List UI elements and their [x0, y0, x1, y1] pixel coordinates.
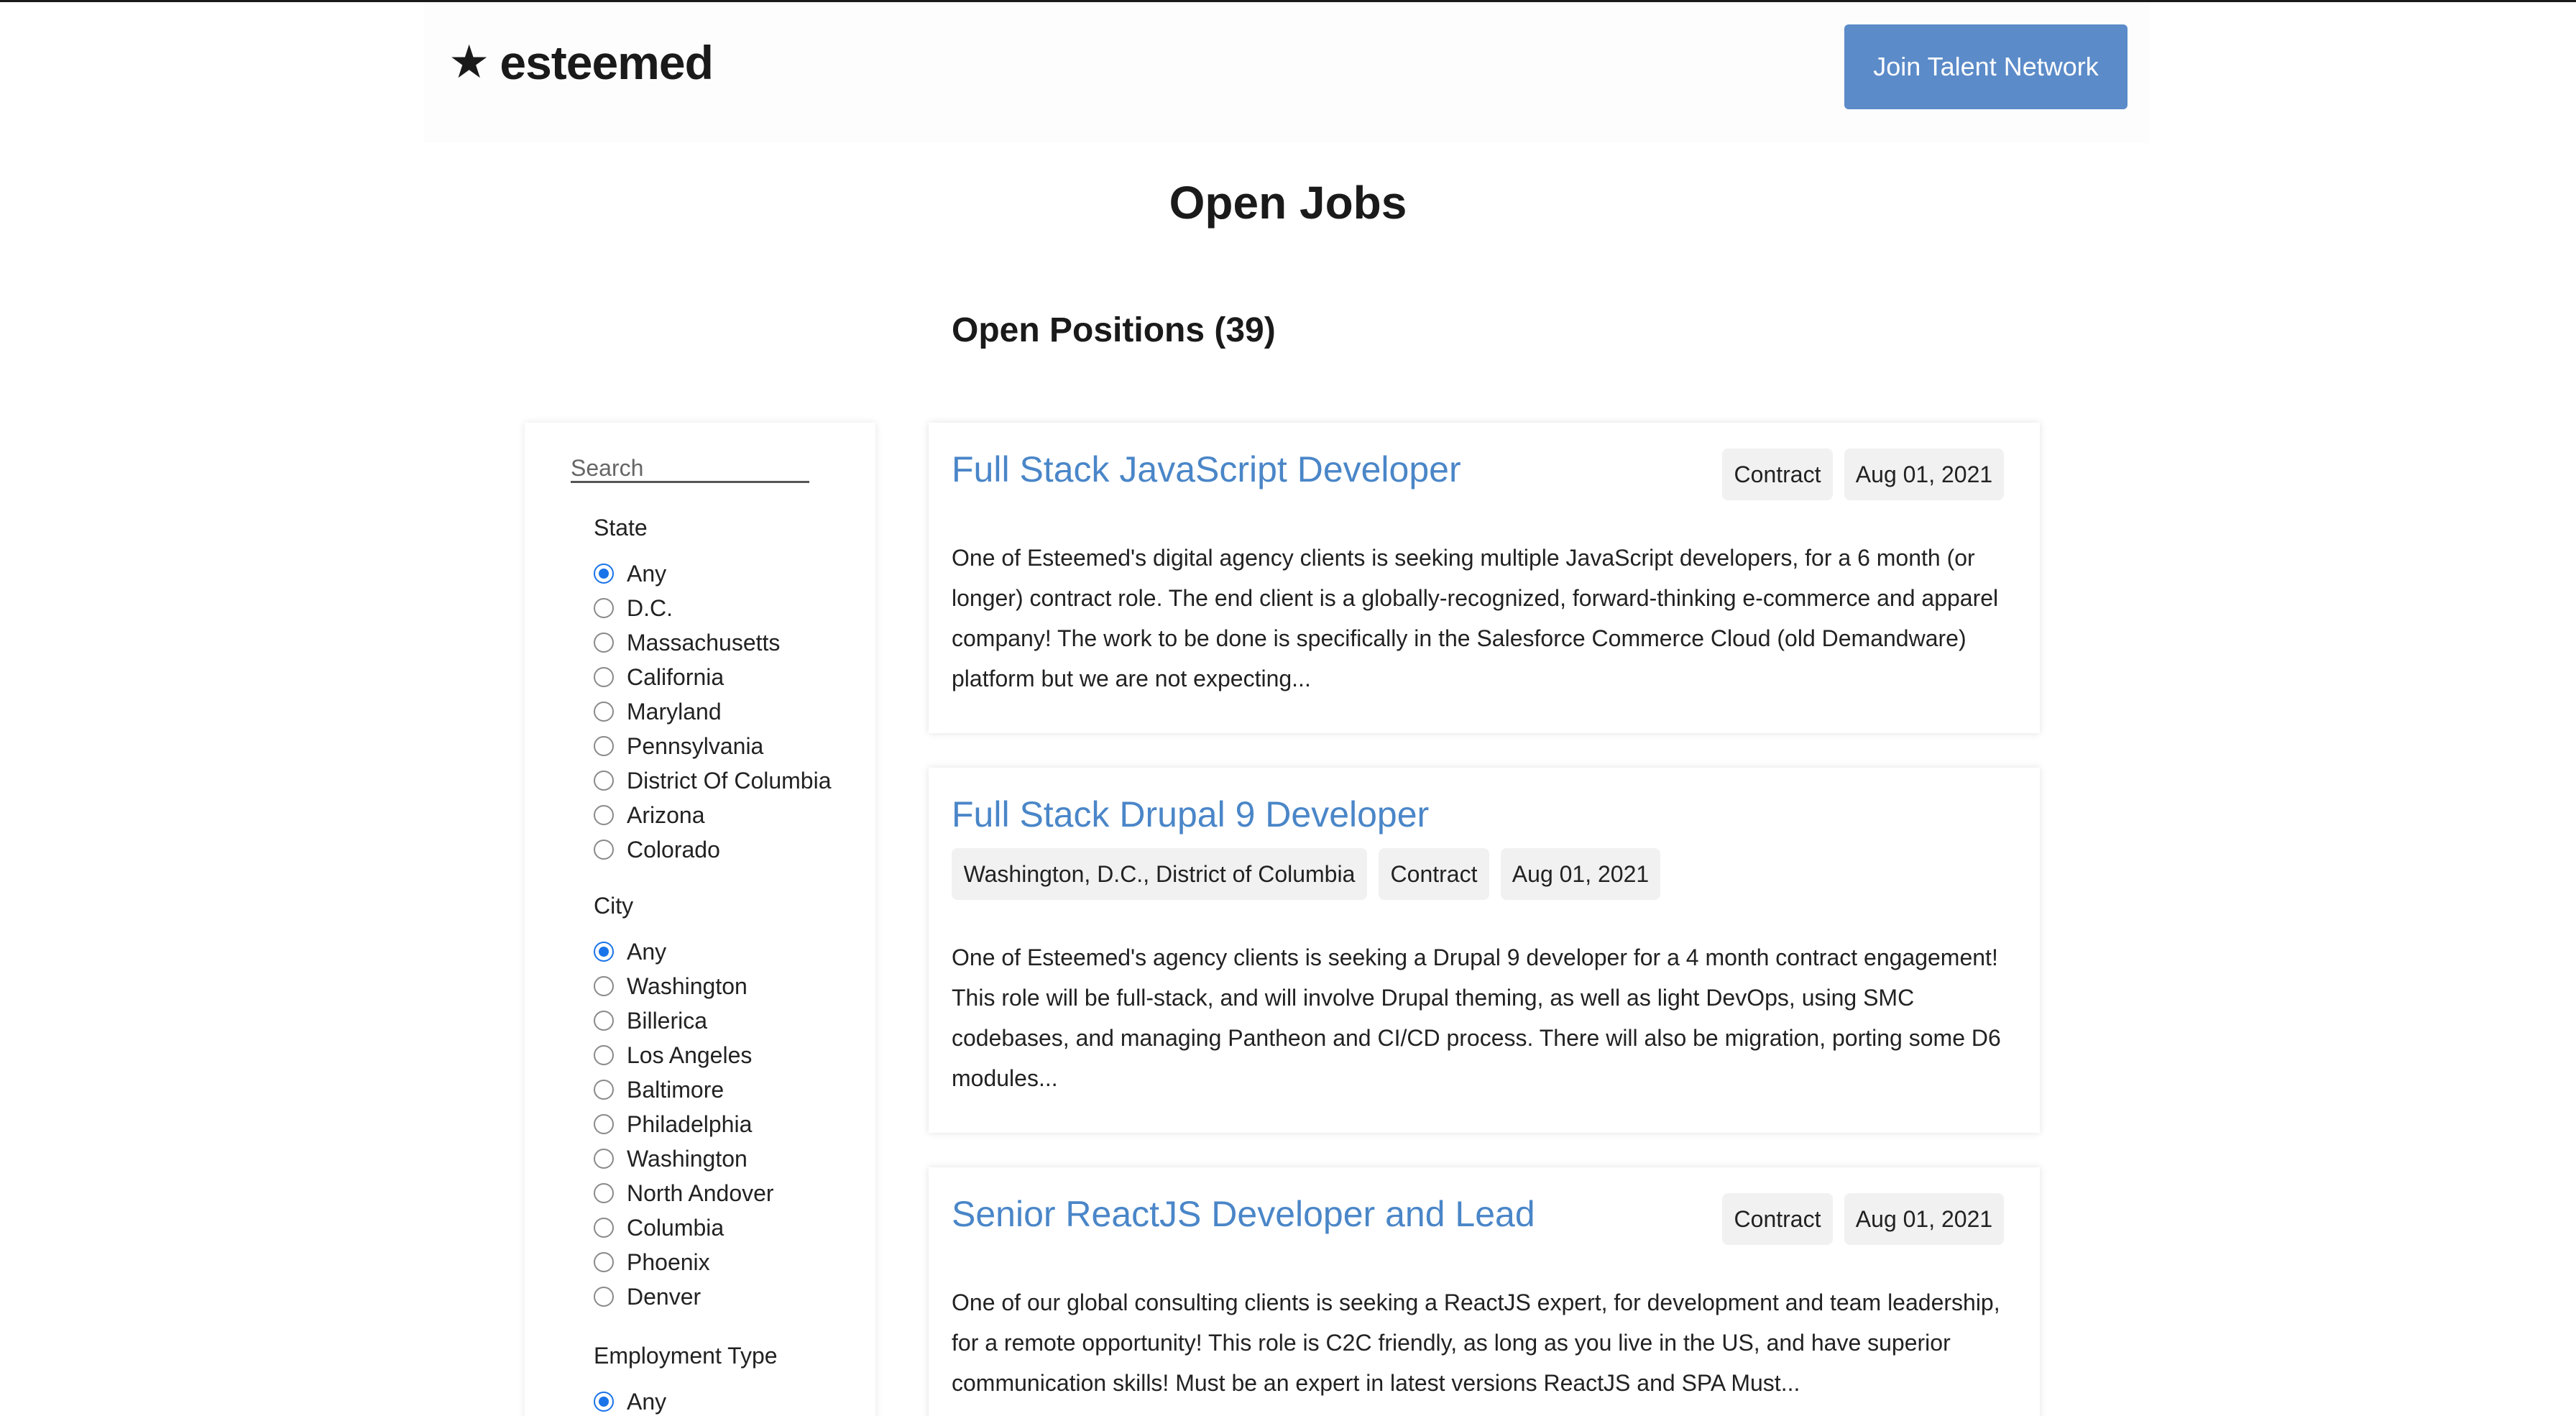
employment-type-badge: Contract [1722, 1193, 1833, 1245]
option-label: North Andover [627, 1180, 774, 1206]
city-option-any[interactable]: Any [594, 934, 666, 969]
city-filter-title: City [594, 893, 634, 919]
open-positions-heading: Open Positions (39) [952, 311, 1276, 349]
option-label: Pennsylvania [627, 732, 764, 759]
radio[interactable] [594, 1114, 614, 1134]
filter-sidebar: State Any D.C. Massachusetts California … [525, 423, 875, 1416]
city-option-billerica[interactable]: Billerica [594, 1003, 707, 1038]
city-option-columbia[interactable]: Columbia [594, 1210, 724, 1245]
radio-selected[interactable] [594, 564, 614, 584]
location-badge: Washington, D.C., District of Columbia [952, 848, 1367, 900]
option-label: Los Angeles [627, 1042, 753, 1068]
logo[interactable]: ★ esteemed [448, 35, 714, 90]
radio[interactable] [594, 1287, 614, 1307]
option-label: Any [627, 560, 667, 587]
option-label: Phoenix [627, 1249, 710, 1275]
option-label: Billerica [627, 1007, 708, 1034]
option-label: District Of Columbia [627, 767, 832, 794]
radio[interactable] [594, 598, 614, 618]
state-option-california[interactable]: California [594, 660, 724, 694]
radio-selected[interactable] [594, 942, 614, 962]
state-option-colorado[interactable]: Colorado [594, 832, 720, 867]
radio[interactable] [594, 702, 614, 722]
employment-type-filter-title: Employment Type [594, 1343, 778, 1369]
date-badge: Aug 01, 2021 [1844, 1193, 2004, 1245]
radio[interactable] [594, 633, 614, 653]
employment-type-option-any[interactable]: Any [594, 1384, 666, 1416]
city-option-washington-2[interactable]: Washington [594, 1141, 748, 1176]
option-label: Colorado [627, 836, 720, 863]
job-title-link[interactable]: Full Stack JavaScript Developer [952, 449, 1461, 490]
city-option-denver[interactable]: Denver [594, 1279, 701, 1314]
radio-selected[interactable] [594, 1392, 614, 1412]
job-title-link[interactable]: Full Stack Drupal 9 Developer [952, 794, 1429, 835]
option-label: Washington [627, 973, 748, 999]
radio[interactable] [594, 771, 614, 791]
job-description: One of Esteemed's digital agency clients… [952, 545, 1999, 691]
job-card[interactable]: Senior ReactJS Developer and Lead Contra… [929, 1167, 2040, 1416]
radio[interactable] [594, 805, 614, 825]
radio[interactable] [594, 1080, 614, 1100]
job-card[interactable]: Full Stack Drupal 9 Developer Washington… [929, 768, 2040, 1133]
star-icon: ★ [448, 36, 490, 89]
option-label: Arizona [627, 801, 705, 828]
site-header: ★ esteemed Join Talent Network [424, 2, 2149, 143]
option-label: Columbia [627, 1214, 724, 1241]
state-option-massachusetts[interactable]: Massachusetts [594, 625, 780, 660]
job-title-link[interactable]: Senior ReactJS Developer and Lead [952, 1193, 1535, 1235]
page-title: Open Jobs [1169, 177, 1407, 229]
radio[interactable] [594, 1149, 614, 1169]
date-badge: Aug 01, 2021 [1844, 449, 2004, 500]
state-option-pennsylvania[interactable]: Pennsylvania [594, 729, 763, 763]
state-option-maryland[interactable]: Maryland [594, 694, 722, 729]
city-option-baltimore[interactable]: Baltimore [594, 1072, 724, 1107]
option-label: Philadelphia [627, 1111, 753, 1137]
option-label: Massachusetts [627, 629, 781, 656]
option-label: Washington [627, 1145, 748, 1172]
radio[interactable] [594, 736, 614, 756]
option-label: Any [627, 938, 667, 965]
option-label: Maryland [627, 698, 722, 725]
logo-text: esteemed [500, 36, 714, 89]
city-option-north-andover[interactable]: North Andover [594, 1176, 774, 1210]
radio[interactable] [594, 1252, 614, 1272]
city-option-philadelphia[interactable]: Philadelphia [594, 1107, 752, 1141]
radio[interactable] [594, 1218, 614, 1238]
search-input[interactable] [571, 456, 809, 483]
option-label: California [627, 663, 724, 690]
option-label: D.C. [627, 594, 673, 621]
radio[interactable] [594, 1045, 614, 1065]
employment-type-badge: Contract [1722, 449, 1833, 500]
date-badge: Aug 01, 2021 [1501, 848, 1660, 900]
job-description: One of Esteemed's agency clients is seek… [952, 944, 2001, 1091]
state-option-any[interactable]: Any [594, 556, 666, 591]
job-description: One of our global consulting clients is … [952, 1289, 2000, 1396]
state-option-arizona[interactable]: Arizona [594, 798, 705, 832]
option-label: Baltimore [627, 1076, 724, 1103]
radio[interactable] [594, 1011, 614, 1031]
state-option-dc[interactable]: D.C. [594, 591, 673, 625]
job-card[interactable]: Full Stack JavaScript Developer Contract… [929, 423, 2040, 733]
radio[interactable] [594, 840, 614, 860]
state-option-district-of-columbia[interactable]: District Of Columbia [594, 763, 832, 798]
state-filter-title: State [594, 515, 648, 541]
radio[interactable] [594, 667, 614, 687]
option-label: Denver [627, 1283, 702, 1310]
city-option-washington[interactable]: Washington [594, 969, 748, 1003]
radio[interactable] [594, 976, 614, 996]
join-talent-network-button[interactable]: Join Talent Network [1844, 24, 2128, 109]
radio[interactable] [594, 1183, 614, 1203]
option-label: Any [627, 1388, 667, 1415]
city-option-los-angeles[interactable]: Los Angeles [594, 1038, 752, 1072]
employment-type-badge: Contract [1379, 848, 1489, 900]
city-option-phoenix[interactable]: Phoenix [594, 1245, 710, 1279]
